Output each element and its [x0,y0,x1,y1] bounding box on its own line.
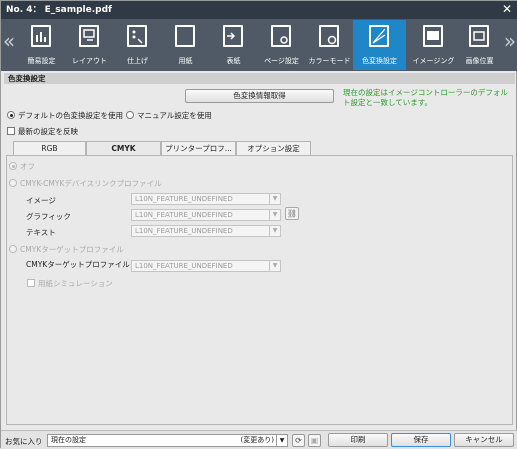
text-profile-value: L10N_FEATURE_UNDEFINED [135,227,233,235]
off-label: オフ [20,162,35,171]
tab-rgb[interactable]: RGB [13,141,86,155]
target-profile-label: CMYKターゲットプロファイル [26,260,130,269]
paper-simulation-checkbox[interactable] [27,279,35,287]
tab-paper[interactable]: 用紙 [159,20,212,70]
window-title: No. 4： E_sample.pdf [6,5,112,15]
color-conversion-icon [369,25,389,47]
chevron-down-icon: ▼ [269,210,280,220]
chevron-down-icon: ▼ [269,194,280,204]
tab-label: 簡易設定 [27,57,56,65]
image-label: イメージ [26,196,56,205]
tab-cover[interactable]: 表紙 [207,20,260,70]
tab-label: 色変換設定 [362,57,397,65]
scroll-right-icon[interactable]: » [503,29,517,53]
refresh-icon[interactable]: ⟳ [292,434,305,447]
target-profile-select[interactable]: L10N_FEATURE_UNDEFINED ▼ [131,260,281,272]
tab-image-position[interactable]: 画像位置 [453,20,506,70]
tab-label: 用紙 [178,57,193,65]
favorites-state: (変更あり) [240,436,274,444]
tab-color-conversion[interactable]: 色変換設定 [353,20,406,70]
color-mode-icon [319,25,339,47]
title-bar: No. 4： E_sample.pdf ✕ [1,1,517,19]
paper-icon [175,25,195,47]
section-header: 色変換設定 [4,73,515,84]
save-button[interactable]: 保存 [391,433,451,447]
tab-page-settings[interactable]: ページ設定 [255,20,308,70]
graphic-label: グラフィック [26,212,71,221]
tab-layout[interactable]: レイアウト [63,20,116,70]
tab-cmyk[interactable]: CMYK [86,141,161,156]
graphic-profile-select[interactable]: L10N_FEATURE_UNDEFINED ▼ [131,209,281,221]
get-color-info-button[interactable]: 色変換情報取得 [185,89,334,103]
reflect-latest-checkbox[interactable] [7,127,15,135]
tab-printer-profile[interactable]: プリンタープロフ... [161,141,236,155]
save-favorite-icon[interactable]: ▣ [308,434,321,447]
manual-mode-label: マニュアル設定を使用 [137,111,212,120]
paper-simulation-label: 用紙シミュレーション [38,279,113,288]
scroll-left-icon[interactable]: « [2,29,16,53]
tab-option-settings[interactable]: オプション設定 [236,141,311,155]
chevron-down-icon: ▼ [276,435,287,446]
link-icon[interactable]: ⛓ [285,207,299,220]
simple-settings-icon [31,25,51,47]
target-profile-section-label: CMYKターゲットプロファイル [20,245,124,254]
tab-label: 画像位置 [465,57,494,65]
status-note: 現在の設定はイメージコントローラーのデフォルト設定と一致しています。 [343,88,508,107]
toolbar: « 簡易設定 レイアウト 仕上げ 用紙 表紙 ページ設定 カラーモード 色変換設… [1,19,517,71]
default-mode-label: デフォルトの色変換設定を使用 [18,111,123,120]
target-profile-radio[interactable] [9,245,17,253]
reflect-latest-label: 最新の設定を反映 [18,127,78,136]
devicelink-label: CMYK-CMYKデバイスリンクプロファイル [20,179,162,188]
print-button[interactable]: 印刷 [328,433,388,447]
cancel-button[interactable]: キャンセル [454,433,514,447]
layout-icon [79,25,99,47]
imaging-icon [423,25,443,47]
devicelink-radio[interactable] [9,179,17,187]
close-icon[interactable]: ✕ [502,1,512,18]
print-settings-window: No. 4： E_sample.pdf ✕ « 簡易設定 レイアウト 仕上げ 用… [0,0,517,449]
off-radio[interactable] [9,162,17,170]
image-position-icon [469,25,489,47]
favorites-label: お気に入り [5,437,43,446]
graphic-profile-value: L10N_FEATURE_UNDEFINED [135,211,233,219]
text-profile-select[interactable]: L10N_FEATURE_UNDEFINED ▼ [131,225,281,237]
chevron-down-icon: ▼ [269,261,280,271]
tab-label: カラーモード [308,57,351,65]
text-label: テキスト [26,228,56,237]
favorites-value: 現在の設定 [51,436,86,444]
tab-label: 表紙 [226,57,241,65]
cover-icon [223,25,243,47]
tab-label: レイアウト [72,57,107,65]
tab-color-mode[interactable]: カラーモード [303,20,356,70]
page-settings-icon [271,25,291,47]
image-profile-value: L10N_FEATURE_UNDEFINED [135,195,233,203]
finishing-icon [127,25,147,47]
bottom-bar: お気に入り 現在の設定 (変更あり) ▼ ⟳ ▣ 印刷 保存 キャンセル [1,430,517,449]
chevron-down-icon: ▼ [269,226,280,236]
default-mode-radio[interactable] [7,111,15,119]
image-profile-select[interactable]: L10N_FEATURE_UNDEFINED ▼ [131,193,281,205]
tab-label: 仕上げ [127,57,148,65]
tab-label: ページ設定 [264,57,299,65]
favorites-select[interactable]: 現在の設定 (変更あり) ▼ [47,434,288,447]
target-profile-value: L10N_FEATURE_UNDEFINED [135,262,233,270]
tab-simple-settings[interactable]: 簡易設定 [15,20,68,70]
tab-finishing[interactable]: 仕上げ [111,20,164,70]
manual-mode-radio[interactable] [126,111,134,119]
